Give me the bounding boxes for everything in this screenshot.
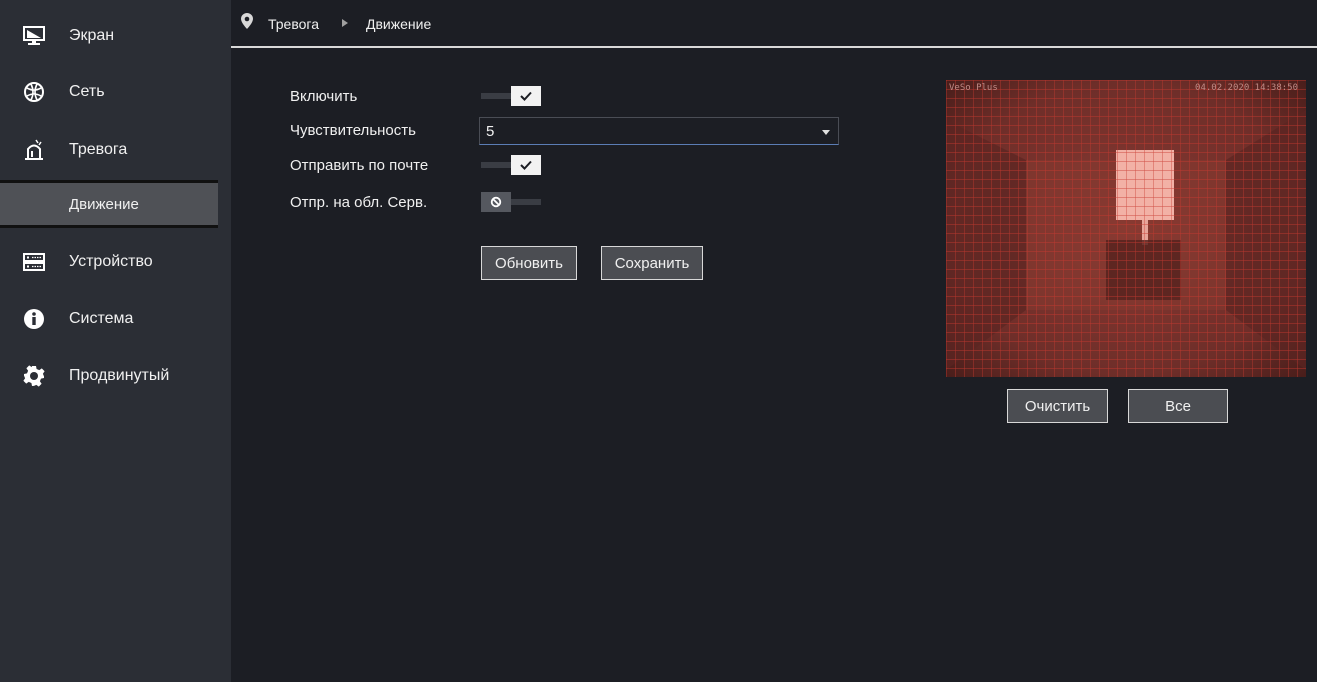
send-mail-toggle[interactable] bbox=[481, 155, 541, 175]
sidebar-item-label: Система bbox=[69, 310, 134, 327]
breadcrumb-alarm[interactable]: Тревога bbox=[268, 16, 319, 32]
network-globe-icon bbox=[22, 80, 46, 104]
check-icon bbox=[511, 86, 541, 106]
breadcrumb-separator-icon bbox=[342, 19, 348, 27]
sidebar-item-advanced[interactable]: Продвинутый bbox=[0, 348, 218, 404]
cloud-toggle[interactable] bbox=[481, 192, 541, 212]
info-icon bbox=[22, 307, 46, 331]
chevron-down-icon bbox=[822, 130, 830, 135]
gear-icon bbox=[22, 364, 46, 388]
sidebar-item-device[interactable]: Устройство bbox=[0, 234, 218, 290]
enable-toggle[interactable] bbox=[481, 86, 541, 106]
cloud-label: Отпр. на обл. Серв. bbox=[290, 194, 428, 211]
breadcrumb-motion: Движение bbox=[366, 16, 432, 32]
sidebar-item-label: Сеть bbox=[69, 83, 105, 100]
refresh-button[interactable]: Обновить bbox=[481, 246, 577, 280]
disabled-icon bbox=[481, 192, 511, 212]
motion-grid-preview[interactable]: VeSo Plus 04.02.2020 14:38:50 bbox=[946, 80, 1306, 377]
select-all-button[interactable]: Все bbox=[1128, 389, 1228, 423]
sidebar-item-label: Тревога bbox=[69, 141, 128, 158]
save-button[interactable]: Сохранить bbox=[601, 246, 703, 280]
sidebar: Экран Сеть Тревога Движение Устройство С… bbox=[0, 0, 218, 682]
timestamp-overlay: 04.02.2020 14:38:50 bbox=[1195, 83, 1298, 93]
enable-label: Включить bbox=[290, 88, 358, 105]
send-mail-label: Отправить по почте bbox=[290, 157, 429, 174]
monitor-icon bbox=[22, 24, 46, 48]
sidebar-item-label: Движение bbox=[69, 195, 139, 213]
sidebar-item-label: Экран bbox=[69, 27, 115, 44]
sensitivity-label: Чувствительность bbox=[290, 122, 416, 139]
sensitivity-select[interactable]: 5 bbox=[479, 117, 839, 145]
alarm-siren-icon bbox=[22, 138, 46, 162]
sidebar-item-motion[interactable]: Движение bbox=[0, 180, 218, 228]
sidebar-item-screen[interactable]: Экран bbox=[0, 8, 218, 64]
location-pin-icon bbox=[241, 13, 253, 34]
breadcrumb: Тревога Движение bbox=[231, 0, 1317, 48]
check-icon bbox=[511, 155, 541, 175]
sidebar-item-network[interactable]: Сеть bbox=[0, 64, 218, 120]
clear-button[interactable]: Очистить bbox=[1007, 389, 1108, 423]
sidebar-item-label: Продвинутый bbox=[69, 367, 170, 384]
camera-name-overlay: VeSo Plus bbox=[949, 83, 998, 93]
sidebar-divider bbox=[218, 0, 231, 682]
sidebar-item-system[interactable]: Система bbox=[0, 291, 218, 347]
sidebar-item-label: Устройство bbox=[69, 253, 153, 270]
sidebar-item-alarm[interactable]: Тревога bbox=[0, 122, 218, 178]
storage-device-icon bbox=[22, 250, 46, 274]
camera-frame bbox=[946, 80, 1306, 377]
sensitivity-value: 5 bbox=[486, 123, 495, 140]
